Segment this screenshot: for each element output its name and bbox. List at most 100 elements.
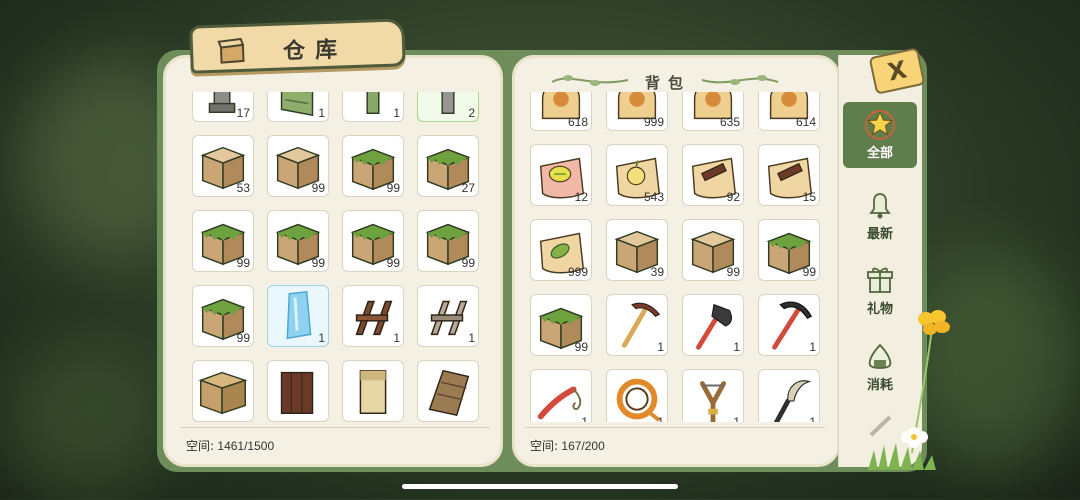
item-count: 99 — [802, 265, 816, 279]
backpack-slot[interactable]: 1 — [758, 369, 820, 422]
crate-icon — [217, 37, 245, 64]
item-count: 1 — [733, 340, 740, 354]
item-count: 1 — [733, 415, 740, 422]
item-count: 99 — [236, 331, 250, 345]
tab-consumables[interactable]: 消耗 — [843, 334, 917, 400]
rice-ball-icon — [868, 343, 892, 369]
backpack-slot[interactable]: 635 — [682, 92, 744, 131]
star-icon — [865, 110, 895, 140]
warehouse-slot[interactable]: 99 — [192, 210, 254, 272]
item-count: 39 — [650, 265, 664, 279]
warehouse-slot[interactable]: 99 — [192, 285, 254, 347]
warehouse-slot[interactable] — [192, 360, 254, 422]
item-count: 618 — [567, 115, 588, 129]
backpack-slot[interactable]: 15 — [758, 144, 820, 206]
backpack-slot[interactable]: 1 — [530, 369, 592, 422]
warehouse-slot[interactable]: 99 — [342, 210, 404, 272]
warehouse-slot[interactable]: 99 — [342, 135, 404, 197]
backpack-slot[interactable]: 999 — [606, 92, 668, 131]
item-count: 1 — [468, 331, 475, 345]
item-count: 1 — [581, 415, 588, 422]
backpack-slot[interactable]: 12 — [530, 144, 592, 206]
warehouse-slot[interactable]: 27 — [417, 135, 479, 197]
item-count: 1 — [809, 340, 816, 354]
backpack-slot[interactable]: 99 — [682, 219, 744, 281]
item-count: 99 — [386, 181, 400, 195]
item-count: 99 — [461, 256, 475, 270]
backpack-slot[interactable]: 614 — [758, 92, 820, 131]
item-count: 99 — [311, 256, 325, 270]
item-count: 12 — [574, 190, 588, 204]
backpack-grid: 618 999 635 614 12 543 92 15 999 39 99 99 99 1 1 1 1 1 1 1 — [530, 92, 820, 422]
warehouse-slot[interactable]: 1 — [267, 285, 329, 347]
warehouse-title: 仓库 — [282, 37, 348, 65]
tab-gifts-label: 礼物 — [866, 302, 893, 317]
backpack-slot[interactable]: 1 — [606, 294, 668, 356]
background-foliage — [0, 340, 170, 500]
close-icon: X — [885, 55, 910, 87]
backpack-slot[interactable]: 1 — [758, 294, 820, 356]
backpack-slot[interactable]: 618 — [530, 92, 592, 131]
warehouse-title-banner: 仓库 — [189, 18, 406, 74]
warehouse-space-readout: 空间: 1461/1500 — [186, 437, 274, 454]
gift-icon — [867, 267, 893, 293]
warehouse-grid-viewport[interactable]: 17 1 1 2 53 99 99 27 99 99 99 99 99 1 1 1 — [180, 92, 490, 422]
item-count: 15 — [802, 190, 816, 204]
backpack-slot[interactable]: 39 — [606, 219, 668, 281]
item-count: 635 — [719, 115, 740, 129]
item-count: 99 — [236, 256, 250, 270]
warehouse-slot[interactable]: 2 — [417, 92, 479, 122]
item-count: 1 — [318, 331, 325, 345]
warehouse-divider — [180, 427, 490, 428]
item-count: 543 — [643, 190, 664, 204]
warehouse-space-label: 空间: — [186, 439, 215, 453]
item-count: 92 — [726, 190, 740, 204]
warehouse-slot[interactable] — [342, 360, 404, 422]
item-count: 2 — [468, 106, 475, 120]
warehouse-slot[interactable] — [267, 360, 329, 422]
tab-newest-label: 最新 — [866, 227, 893, 242]
backpack-slot[interactable]: 1 — [682, 369, 744, 422]
item-count: 1 — [393, 106, 400, 120]
item-count: 1 — [657, 340, 664, 354]
backpack-grid-viewport[interactable]: 618 999 635 614 12 543 92 15 999 39 99 99 99 1 1 1 1 1 1 1 — [524, 92, 829, 422]
dark-wood-block-icon — [280, 371, 314, 414]
item-count: 99 — [386, 256, 400, 270]
tab-all[interactable]: 全部 — [843, 102, 917, 168]
backpack-slot[interactable]: 99 — [530, 294, 592, 356]
backpack-space-label: 空间: — [530, 439, 559, 453]
backpack-slot[interactable]: 99 — [758, 219, 820, 281]
home-indicator[interactable] — [402, 484, 678, 489]
item-count: 1 — [809, 415, 816, 422]
warehouse-slot[interactable] — [417, 360, 479, 422]
tab-consumables-label: 消耗 — [866, 378, 893, 393]
item-count: 99 — [574, 340, 588, 354]
backpack-space-value: 167/200 — [561, 439, 605, 453]
backpack-space-readout: 空间: 167/200 — [530, 437, 605, 454]
warehouse-slot[interactable]: 1 — [342, 285, 404, 347]
warehouse-slot[interactable]: 1 — [267, 92, 329, 122]
item-count: 27 — [461, 181, 475, 195]
backpack-slot[interactable]: 543 — [606, 144, 668, 206]
warehouse-slot[interactable]: 99 — [267, 210, 329, 272]
wood-plank-block-icon — [198, 371, 248, 415]
backpack-slot[interactable]: 92 — [682, 144, 744, 206]
warehouse-slot[interactable]: 53 — [192, 135, 254, 197]
backpack-slot[interactable]: 999 — [530, 219, 592, 281]
tab-gifts[interactable]: 礼物 — [843, 258, 917, 324]
warehouse-space-value: 1461/1500 — [217, 439, 275, 453]
item-count: 99 — [311, 181, 325, 195]
backpack-divider — [525, 427, 825, 428]
warehouse-slot[interactable]: 99 — [417, 210, 479, 272]
warehouse-slot[interactable]: 1 — [417, 285, 479, 347]
warehouse-slot[interactable]: 17 — [192, 92, 254, 122]
item-count: 1 — [318, 106, 325, 120]
tab-all-label: 全部 — [866, 146, 893, 161]
warehouse-slot[interactable]: 1 — [342, 92, 404, 122]
backpack-slot[interactable]: 1 — [682, 294, 744, 356]
backpack-slot[interactable]: 1 — [606, 369, 668, 422]
item-count: 99 — [726, 265, 740, 279]
tab-newest[interactable]: 最新 — [843, 183, 917, 249]
item-count: 1 — [393, 331, 400, 345]
warehouse-slot[interactable]: 99 — [267, 135, 329, 197]
